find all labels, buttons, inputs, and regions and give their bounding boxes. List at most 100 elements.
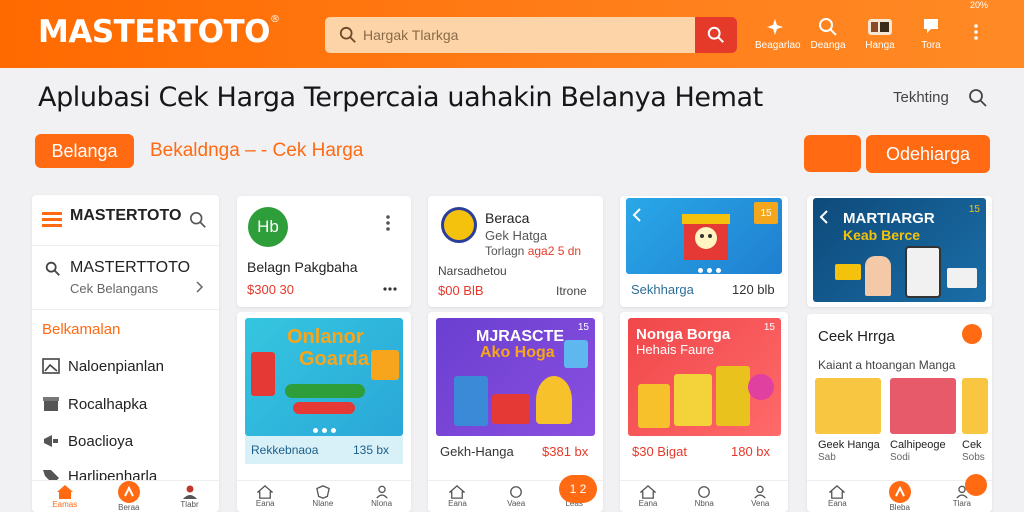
product-list-card[interactable]: Ceek Hrrga Kaiant a htoangan Manga Geek …: [807, 314, 992, 512]
user-icon: [375, 485, 388, 499]
chevron-right-icon[interactable]: [195, 281, 205, 293]
banner-image: 15: [626, 198, 782, 274]
product-illustration: [371, 350, 399, 380]
battery-text: 20%: [969, 0, 988, 10]
promo-image: Nonga Borga Hehais Faure 15: [628, 318, 781, 436]
more-horizontal-icon[interactable]: [382, 286, 398, 292]
user-icon: [182, 485, 197, 499]
nav-basket[interactable]: Hanga: [860, 17, 900, 51]
product-sub: Sab: [818, 452, 836, 463]
store-subline-price: aga2 5 dn: [527, 244, 582, 258]
search-input[interactable]: [363, 17, 683, 53]
bottom-nav-label: Eana: [828, 499, 847, 508]
sidebar-item-3[interactable]: Boaclioya: [42, 432, 133, 450]
chevron-left-icon[interactable]: [632, 208, 642, 222]
store-price-row: $00 BlB: [438, 283, 484, 298]
promo-title-2: Goarda: [299, 348, 370, 370]
promo-title: Onlanor: [287, 326, 364, 348]
carousel-dots: [698, 268, 721, 273]
bottom-nav-label: Beraa: [118, 503, 140, 512]
product-illustration: [454, 376, 488, 426]
flag-icon: [924, 19, 938, 33]
compass-icon: [698, 486, 711, 498]
search-icon: [339, 26, 356, 43]
product-illustration: [492, 394, 530, 424]
sidebar-item-2[interactable]: Rocalhapka: [42, 395, 147, 413]
cek-harga-button[interactable]: Odehiarga: [866, 135, 990, 173]
user-icon: [754, 485, 766, 499]
search-icon[interactable]: [968, 88, 988, 108]
nav-travel[interactable]: Beagarlao: [755, 17, 801, 51]
top-link[interactable]: Tekhting: [893, 89, 949, 106]
scan-button: [888, 481, 911, 503]
orange-square-button[interactable]: [804, 135, 861, 172]
product-illustration: [674, 374, 712, 426]
bottom-nav-home[interactable]: Eana: [448, 485, 467, 508]
nav-flag[interactable]: Tora: [911, 17, 951, 51]
bottom-nav-center[interactable]: Nlane: [312, 485, 333, 508]
card-subtitle: Kaiant a htoangan Manga: [818, 358, 956, 372]
banner-price-text: 120 blb: [732, 282, 775, 297]
menu-icon[interactable]: [42, 211, 62, 227]
more-vertical-icon[interactable]: [382, 213, 394, 233]
logo[interactable]: MASTERTOTO®: [38, 14, 280, 50]
nav-label: Deanga: [810, 40, 846, 51]
account-name[interactable]: MASTERTTOTO: [70, 259, 190, 277]
bottom-nav-home[interactable]: Eana: [828, 485, 847, 508]
bottom-nav-home[interactable]: Eana: [639, 485, 657, 508]
bottom-nav-home[interactable]: Eana: [256, 485, 275, 508]
product-name: Geek Hanga: [818, 439, 880, 451]
sidebar-item-label: Naloenpianlan: [68, 357, 164, 375]
promo-card-2[interactable]: MJRASCTE Ako Hoga 15 Gekh-Hanga $381 bx …: [428, 312, 603, 512]
banner-card-2[interactable]: MARTIARGR Keab Berce 15: [807, 196, 992, 307]
bottom-nav-center[interactable]: Vaea: [507, 485, 525, 508]
sidebar-panel: MASTERTOTO MASTERTTOTO Cek Belangans Bel…: [32, 195, 219, 512]
store-logo: Hb: [248, 207, 288, 247]
bottom-nav-label: Vena: [751, 499, 770, 508]
bottom-nav-profile[interactable]: Nlona: [371, 485, 392, 508]
bottom-nav: Eana Nlane Nlona: [237, 480, 411, 512]
promo-card-3[interactable]: Nonga Borga Hehais Faure 15 $30 Bigat 18…: [620, 312, 788, 512]
bottom-nav-home[interactable]: Eamas: [52, 484, 77, 509]
bottom-nav-label: Vaea: [507, 499, 526, 508]
bottom-nav-center[interactable]: Nbna: [695, 485, 714, 508]
notification-dot[interactable]: [965, 474, 987, 496]
sidebar-item-1[interactable]: Naloenpianlan: [42, 357, 164, 375]
banner-price: 120 blb: [732, 282, 775, 297]
product-image: [962, 378, 988, 434]
page-headline: Aplubasi Cek Harga Terpercaia uahakin Be…: [38, 82, 763, 113]
search-icon: [819, 18, 837, 36]
more-menu-button[interactable]: [956, 22, 996, 42]
search-icon: [707, 26, 724, 43]
chevron-left-icon[interactable]: [819, 210, 829, 224]
badge: 15: [577, 322, 589, 333]
bottom-nav-center[interactable]: Beraa: [117, 481, 140, 512]
bottom-nav-label: Bleba: [889, 503, 910, 512]
search-bar[interactable]: [325, 17, 737, 53]
store-card-2[interactable]: Beraca Gek Hatga Torlagn aga2 5 dn Narsa…: [428, 196, 603, 307]
promo-card-1[interactable]: Onlanor Goarda Rekkebnaoa 135 bx Eana Nl…: [237, 312, 411, 512]
phone-illustration: [905, 246, 941, 298]
search-icon[interactable]: [189, 211, 207, 229]
gift-box-illustration: [682, 214, 730, 260]
floating-action-button[interactable]: 1 2: [559, 475, 597, 503]
badge: 15: [763, 322, 775, 333]
bottom-nav-center[interactable]: Bleba: [888, 481, 911, 512]
sidebar-section-title: Belkamalan: [42, 321, 121, 338]
bottom-nav-label: Tlara: [952, 499, 971, 508]
bottom-nav-profile[interactable]: Tlabr: [180, 484, 199, 509]
nav-search[interactable]: Deanga: [808, 17, 848, 51]
sidebar-title: MASTERTOTO: [70, 207, 182, 224]
logo-text: MASTERTOTO: [38, 14, 270, 50]
bottom-nav-profile[interactable]: Vena: [751, 485, 769, 508]
banner-card-1[interactable]: 15 Sekhharga 120 blb: [620, 196, 788, 307]
box-icon: [43, 397, 59, 411]
sidebar-item-label: Boaclioya: [68, 432, 134, 450]
search-button[interactable]: [695, 17, 737, 53]
shield-icon: [315, 485, 330, 499]
banner-subtitle: Keab Berce: [843, 227, 921, 243]
belanja-button[interactable]: Belanga: [35, 134, 134, 168]
store-price: $300 30: [247, 282, 294, 297]
bottom-nav-label: Nlona: [371, 499, 393, 508]
store-card-1[interactable]: Hb Belagn Pakgbaha $300 30: [237, 196, 411, 307]
